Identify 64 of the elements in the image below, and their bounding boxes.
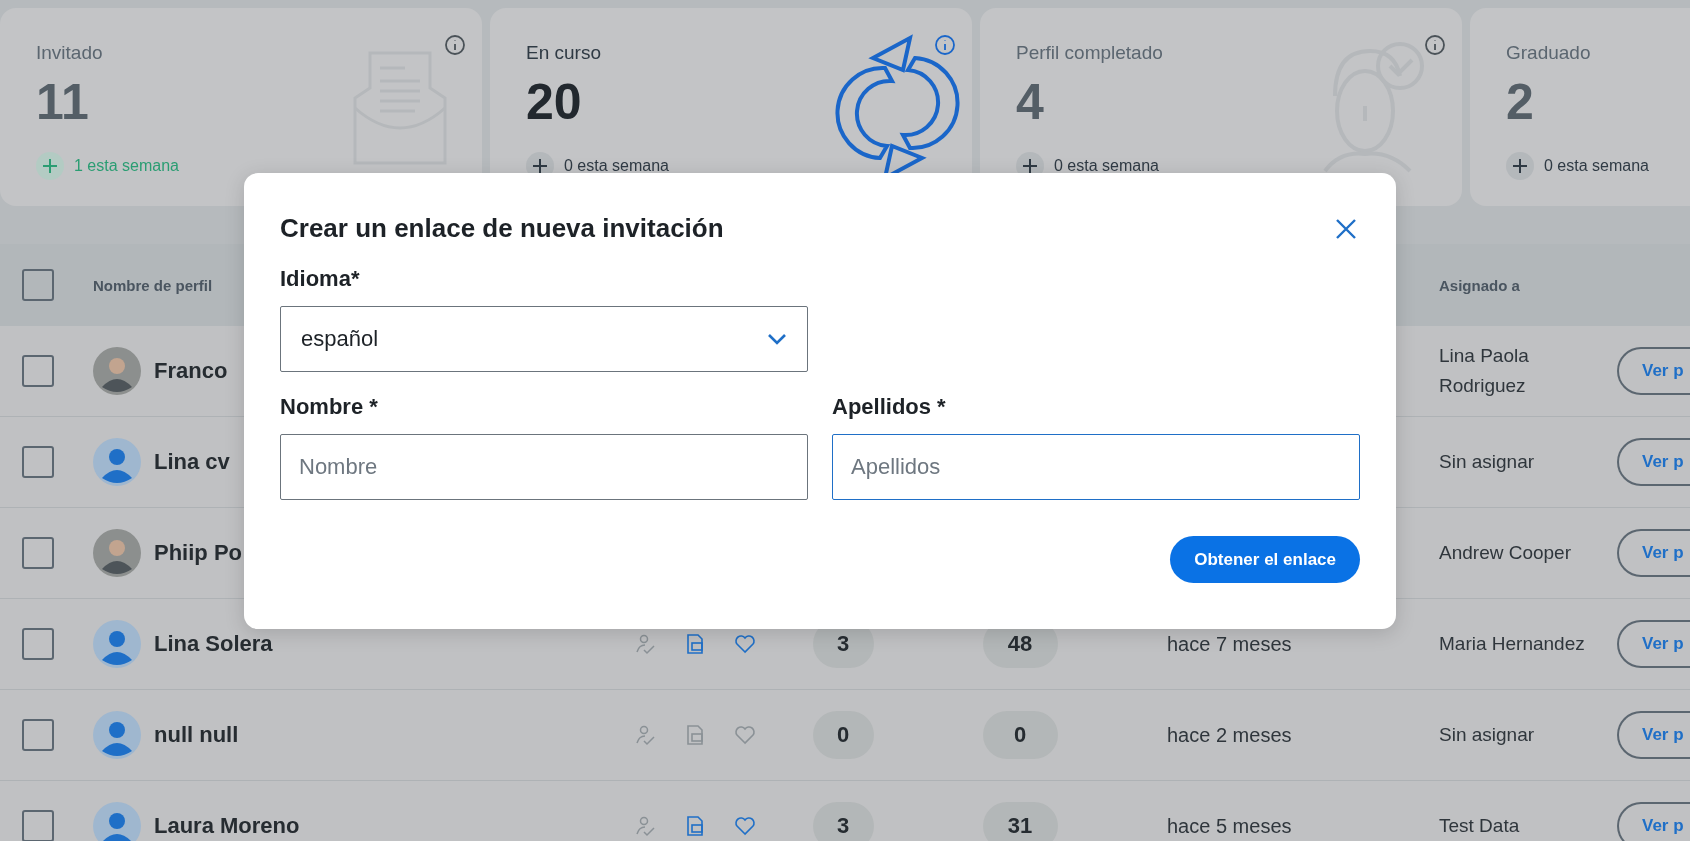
assignee: Sin asignar bbox=[1439, 723, 1536, 747]
view-profile-button[interactable]: Ver p bbox=[1617, 802, 1690, 841]
first-name-field[interactable]: Nombre bbox=[280, 434, 808, 500]
person-check-icon[interactable] bbox=[634, 633, 656, 655]
view-profile-button[interactable]: Ver p bbox=[1617, 438, 1690, 486]
profile-name[interactable]: null null bbox=[154, 722, 620, 748]
stat-value: 11 bbox=[36, 74, 90, 130]
count-badge: 31 bbox=[982, 802, 1058, 841]
view-profile-button[interactable]: Ver p bbox=[1617, 711, 1690, 759]
assignee: Andrew Cooper bbox=[1439, 541, 1573, 565]
column-header: Asignado a bbox=[1439, 276, 1520, 294]
count-badge: 0 bbox=[812, 711, 874, 759]
select-all-checkbox[interactable] bbox=[22, 269, 54, 301]
info-icon[interactable] bbox=[444, 34, 466, 56]
weekly-change: 0 esta semana bbox=[1544, 157, 1649, 175]
stat-value: 2 bbox=[1506, 74, 1535, 130]
count-badge: 3 bbox=[812, 802, 874, 841]
cv-document-icon[interactable] bbox=[684, 633, 706, 655]
last-activity: hace 7 meses bbox=[1166, 632, 1293, 656]
cv-document-icon[interactable] bbox=[684, 724, 706, 746]
language-select[interactable]: español bbox=[280, 306, 808, 372]
last-name-field[interactable]: Apellidos bbox=[832, 434, 1360, 500]
heart-icon[interactable] bbox=[734, 815, 756, 837]
row-checkbox[interactable] bbox=[22, 719, 54, 751]
row-checkbox[interactable] bbox=[22, 355, 54, 387]
info-icon[interactable] bbox=[934, 34, 956, 56]
cv-document-icon[interactable] bbox=[684, 815, 706, 837]
row-checkbox[interactable] bbox=[22, 446, 54, 478]
view-profile-button[interactable]: Ver p bbox=[1617, 620, 1690, 668]
stat-label: Graduado bbox=[1506, 42, 1592, 64]
assignee: Lina Paola Rodriguez bbox=[1439, 344, 1530, 398]
person-check-icon[interactable] bbox=[634, 724, 656, 746]
view-profile-button[interactable]: Ver p bbox=[1617, 347, 1690, 395]
assignee: Maria Hernandez bbox=[1439, 632, 1586, 656]
stat-value: 20 bbox=[526, 74, 583, 130]
weekly-change: 0 esta semana bbox=[564, 157, 669, 175]
field-label: Idioma* bbox=[280, 266, 361, 292]
person-check-icon[interactable] bbox=[634, 815, 656, 837]
column-header: Nombre de perfil bbox=[93, 276, 213, 294]
weekly-change: 0 esta semana bbox=[1054, 157, 1159, 175]
info-icon[interactable] bbox=[1424, 34, 1446, 56]
stat-label: En curso bbox=[526, 42, 602, 64]
assignee: Test Data bbox=[1439, 814, 1521, 838]
field-label: Apellidos * bbox=[832, 394, 947, 420]
assignee: Sin asignar bbox=[1439, 450, 1536, 474]
get-link-button[interactable]: Obtener el enlace bbox=[1170, 536, 1360, 583]
count-badge: 0 bbox=[982, 711, 1058, 759]
profile-name[interactable]: Laura Moreno bbox=[154, 813, 620, 839]
field-label: Nombre * bbox=[280, 394, 379, 420]
stat-value: 4 bbox=[1016, 74, 1045, 130]
profile-name[interactable]: Lina Solera bbox=[154, 631, 620, 657]
last-activity: hace 5 meses bbox=[1166, 814, 1293, 838]
row-checkbox[interactable] bbox=[22, 810, 54, 841]
row-checkbox[interactable] bbox=[22, 628, 54, 660]
weekly-change: 1 esta semana bbox=[74, 157, 179, 175]
stat-label: Perfil completado bbox=[1016, 42, 1164, 64]
heart-icon[interactable] bbox=[734, 724, 756, 746]
row-checkbox[interactable] bbox=[22, 537, 54, 569]
last-activity: hace 2 meses bbox=[1166, 723, 1293, 747]
view-profile-button[interactable]: Ver p bbox=[1617, 529, 1690, 577]
heart-icon[interactable] bbox=[734, 633, 756, 655]
stat-label: Invitado bbox=[36, 42, 104, 64]
chevron-down-icon bbox=[767, 333, 787, 345]
dialog-title: Crear un enlace de nueva invitación bbox=[280, 213, 724, 244]
